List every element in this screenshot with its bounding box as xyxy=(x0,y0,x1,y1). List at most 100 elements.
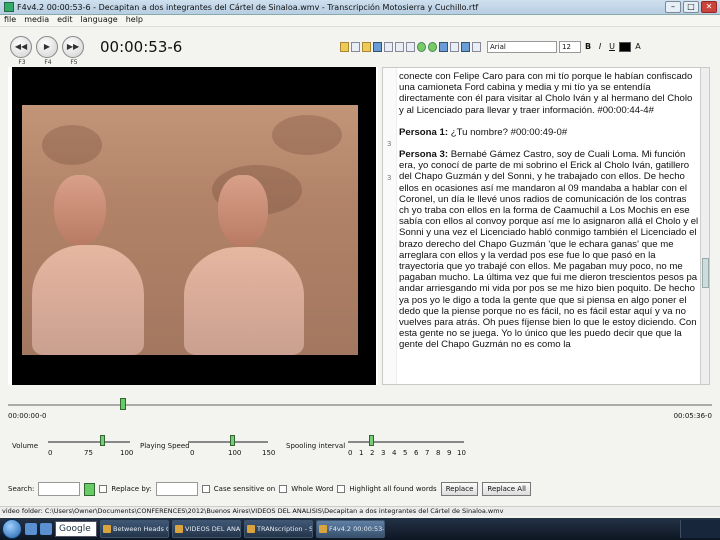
replace-all-button[interactable]: Replace All xyxy=(482,482,531,496)
title-bar: F4v4.2 00:00:53-6 - Decapitan a dos inte… xyxy=(0,0,720,15)
close-button[interactable]: ✕ xyxy=(701,1,717,13)
italic-button[interactable]: I xyxy=(595,41,605,53)
replace-button[interactable]: Replace xyxy=(440,482,479,496)
playing-speed-tick: 100 xyxy=(228,449,242,457)
search-input[interactable] xyxy=(38,482,81,496)
rewind-key-label: F3 xyxy=(18,59,26,66)
spooling-interval-track[interactable] xyxy=(348,441,464,443)
bold-button[interactable]: B xyxy=(583,41,593,53)
spooling-tick: 8 xyxy=(436,449,441,457)
spooling-interval-thumb[interactable] xyxy=(369,435,374,446)
zoom-icon[interactable] xyxy=(472,42,481,52)
volume-thumb[interactable] xyxy=(100,435,105,446)
font-color-swatch[interactable] xyxy=(619,42,631,52)
search-label: Search: xyxy=(8,485,35,493)
forward-key-label: F5 xyxy=(70,59,78,66)
save-icon[interactable] xyxy=(373,42,382,52)
person-left xyxy=(32,135,152,355)
whole-word-checkbox[interactable] xyxy=(279,485,288,493)
case-sensitive-label: Case sensitive on xyxy=(213,485,276,493)
volume-tick: 75 xyxy=(84,449,93,457)
media-timeline[interactable]: 00:00:00-0 00:05:36-0 xyxy=(8,396,712,422)
format-toolbar: Arial 12 B I U A xyxy=(340,38,720,56)
start-button[interactable] xyxy=(2,519,22,539)
spooling-tick: 4 xyxy=(392,449,397,457)
speaker-text: ¿Tu nombre? #00:00:49-0# xyxy=(448,126,568,138)
person-head xyxy=(54,175,106,245)
menu-help[interactable]: help xyxy=(126,15,143,26)
line-number: 3 xyxy=(387,140,392,148)
playing-speed-label: Playing Speed xyxy=(140,442,190,450)
video-panel xyxy=(8,67,378,385)
open-folder-icon[interactable] xyxy=(362,42,371,52)
find-icon[interactable] xyxy=(439,42,448,52)
menu-media[interactable]: media xyxy=(24,15,49,26)
replace-input[interactable] xyxy=(155,482,198,496)
settings-icon[interactable] xyxy=(461,42,470,52)
spellcheck-icon[interactable] xyxy=(450,42,459,52)
font-color-button[interactable]: A xyxy=(633,41,643,53)
underline-button[interactable]: U xyxy=(607,41,617,53)
rewind-button[interactable]: ◀◀ F3 xyxy=(10,36,32,66)
taskbar-item[interactable]: TRANscription - So... xyxy=(244,520,313,538)
line-number-gutter: 3 3 xyxy=(383,68,397,384)
highlight-all-label: Highlight all found words xyxy=(349,485,437,493)
quick-launch-icon[interactable] xyxy=(40,523,52,535)
spooling-tick: 2 xyxy=(370,449,375,457)
menu-edit[interactable]: edit xyxy=(57,15,72,26)
search-go-button[interactable] xyxy=(84,482,96,496)
playing-speed-track[interactable] xyxy=(188,441,268,443)
font-size-select[interactable]: 12 xyxy=(559,41,581,53)
transcript-text[interactable]: conecte con Felipe Caro para con mi tío … xyxy=(399,71,699,362)
spooling-tick: 10 xyxy=(457,449,466,457)
spooling-tick: 7 xyxy=(425,449,430,457)
playing-speed-tick: 150 xyxy=(262,449,276,457)
spooling-tick: 1 xyxy=(359,449,364,457)
spooling-tick: 0 xyxy=(348,449,353,457)
spooling-tick: 5 xyxy=(403,449,408,457)
replace-checkbox[interactable] xyxy=(99,485,108,493)
print-icon[interactable] xyxy=(384,42,393,52)
person-right xyxy=(172,125,312,355)
transcript-editor[interactable]: 3 3 conecte con Felipe Caro para con mi … xyxy=(382,67,710,385)
video-player[interactable] xyxy=(12,67,376,385)
volume-track[interactable] xyxy=(48,441,130,443)
new-file-icon[interactable] xyxy=(351,42,360,52)
copy-icon[interactable] xyxy=(406,42,415,52)
spooling-tick: 6 xyxy=(414,449,419,457)
scrollbar-thumb[interactable] xyxy=(702,258,709,288)
timeline-track[interactable] xyxy=(8,404,712,406)
case-sensitive-checkbox[interactable] xyxy=(201,485,210,493)
forward-button[interactable]: ▶▶ F5 xyxy=(62,36,84,66)
menu-bar: file media edit language help xyxy=(0,15,720,27)
playing-speed-thumb[interactable] xyxy=(230,435,235,446)
maximize-button[interactable]: □ xyxy=(683,1,699,13)
person-torso xyxy=(32,245,144,355)
play-button[interactable]: ▶ F4 xyxy=(36,36,58,66)
play-key-label: F4 xyxy=(44,59,52,66)
taskbar-item-active[interactable]: F4v4.2 00:00:53-6 - ... xyxy=(316,520,385,538)
volume-tick: 100 xyxy=(120,449,134,457)
transcript-scrollbar[interactable] xyxy=(700,68,709,384)
taskbar-item[interactable]: VIDEOS DEL ANALISIS xyxy=(172,520,241,538)
redo-icon[interactable] xyxy=(428,42,437,52)
google-search-box[interactable]: Google xyxy=(55,521,97,537)
person-torso xyxy=(184,247,304,355)
minimize-button[interactable]: – xyxy=(665,1,681,13)
quick-launch-icon[interactable] xyxy=(25,523,37,535)
speaker-text: Bernabé Gámez Castro, soy de Cuali Loma.… xyxy=(399,149,699,351)
spooling-tick: 9 xyxy=(447,449,452,457)
font-select[interactable]: Arial xyxy=(487,41,557,53)
undo-icon[interactable] xyxy=(417,42,426,52)
timeline-thumb[interactable] xyxy=(120,398,126,410)
menu-file[interactable]: file xyxy=(4,15,16,26)
app-window: F4v4.2 00:00:53-6 - Decapitan a dos inte… xyxy=(0,0,720,540)
menu-language[interactable]: language xyxy=(80,15,117,26)
insert-timestamp-icon[interactable] xyxy=(340,42,349,52)
timeline-start-time: 00:00:00-0 xyxy=(8,412,47,420)
timeline-end-time: 00:05:36-0 xyxy=(673,412,712,420)
cut-icon[interactable] xyxy=(395,42,404,52)
taskbar-item[interactable]: Between Heads Cor... xyxy=(100,520,169,538)
highlight-all-checkbox[interactable] xyxy=(337,485,346,493)
window-controls: – □ ✕ xyxy=(665,1,717,13)
